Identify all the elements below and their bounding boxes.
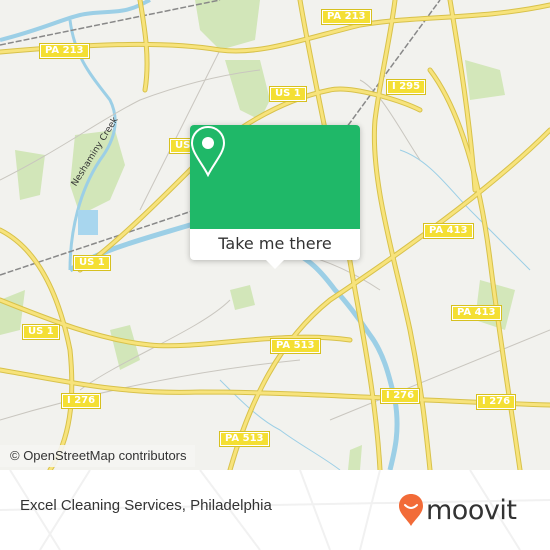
map-pin-icon [190, 125, 226, 177]
road-shield-pa413: PA 413 [451, 305, 502, 321]
road-shield-pa513: PA 513 [270, 338, 321, 354]
map-attribution[interactable]: © OpenStreetMap contributors [0, 445, 195, 467]
park-area [348, 445, 362, 470]
road-shield-i276: I 276 [60, 393, 102, 409]
moovit-logo-text: moovit [426, 494, 517, 526]
road [427, 67, 523, 470]
popup-pointer [265, 259, 285, 269]
park-area [230, 285, 255, 310]
road-shield-pa413: PA 413 [423, 223, 474, 239]
road-shield-us1: US 1 [22, 324, 60, 340]
park-area [15, 150, 45, 200]
road-shield-i276: I 276 [475, 394, 517, 410]
park-area [195, 0, 260, 50]
park-area [225, 60, 270, 120]
popup-header[interactable] [190, 125, 360, 229]
park-area [465, 60, 505, 100]
road-shield-i276: I 276 [379, 388, 421, 404]
place-name: Excel Cleaning Services, Philadelphia [20, 497, 272, 514]
road-shield-pa213: PA 213 [321, 9, 372, 25]
road-shield-pa513: PA 513 [219, 431, 270, 447]
road-shield-pa213: PA 213 [39, 43, 90, 59]
road-shield-us1: US 1 [269, 86, 307, 102]
road-shield-i295: I 295 [385, 79, 427, 95]
road-shield-us1: US 1 [73, 255, 111, 271]
location-popup[interactable]: Take me there [190, 125, 360, 269]
river [0, 0, 151, 42]
road [0, 227, 75, 470]
park-area [0, 290, 25, 335]
take-me-there-button[interactable]: Take me there [190, 229, 360, 260]
moovit-logo[interactable]: moovit [398, 490, 517, 530]
pond [78, 210, 98, 235]
footer-bar: Excel Cleaning Services, Philadelphia mo… [0, 470, 550, 550]
moovit-pin-icon [399, 494, 423, 526]
map-view[interactable]: Neshaminy Creek PA 213 PA 213 US 1 US 1 … [0, 0, 550, 470]
